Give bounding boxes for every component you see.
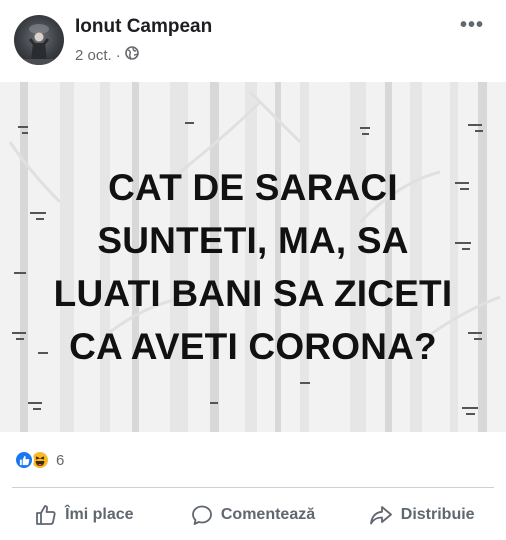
meta-separator: · [115,46,121,64]
more-options-icon[interactable]: ••• [460,14,484,37]
comment-icon [191,504,213,526]
thumbs-up-icon [35,504,57,526]
post-meta: 2 oct. · [75,46,139,64]
divider [12,487,494,488]
reactions-summary[interactable]: 6 [14,449,64,471]
like-label: Îmi place [65,506,134,523]
meme-line: CAT DE SARACI [108,167,398,208]
like-reaction-icon [14,450,34,470]
avatar[interactable] [14,15,64,65]
share-arrow-icon [369,504,393,526]
post-header: Ionut Campean 2 oct. · ••• [0,0,506,80]
meme-line: LUATI BANI SA ZICETI [53,273,453,314]
author-name[interactable]: Ionut Campean [75,16,212,38]
post-date[interactable]: 2 oct. [75,47,112,64]
meme-caption: CAT DE SARACI SUNTETI, MA, SA LUATI BANI… [0,161,506,373]
post-image[interactable]: CAT DE SARACI SUNTETI, MA, SA LUATI BANI… [0,82,506,432]
meme-line: SUNTETI, MA, SA [97,220,409,261]
comment-label: Comentează [220,506,316,523]
share-label: Distribuie [400,506,475,523]
meme-line: CA AVETI CORONA? [69,326,437,367]
comment-button[interactable]: Comentează [169,497,338,533]
like-button[interactable]: Îmi place [0,497,169,533]
post-actions: Îmi place Comentează Distribuie [0,497,506,533]
share-button[interactable]: Distribuie [337,497,506,533]
globe-icon [124,46,139,64]
reaction-count: 6 [56,451,65,469]
